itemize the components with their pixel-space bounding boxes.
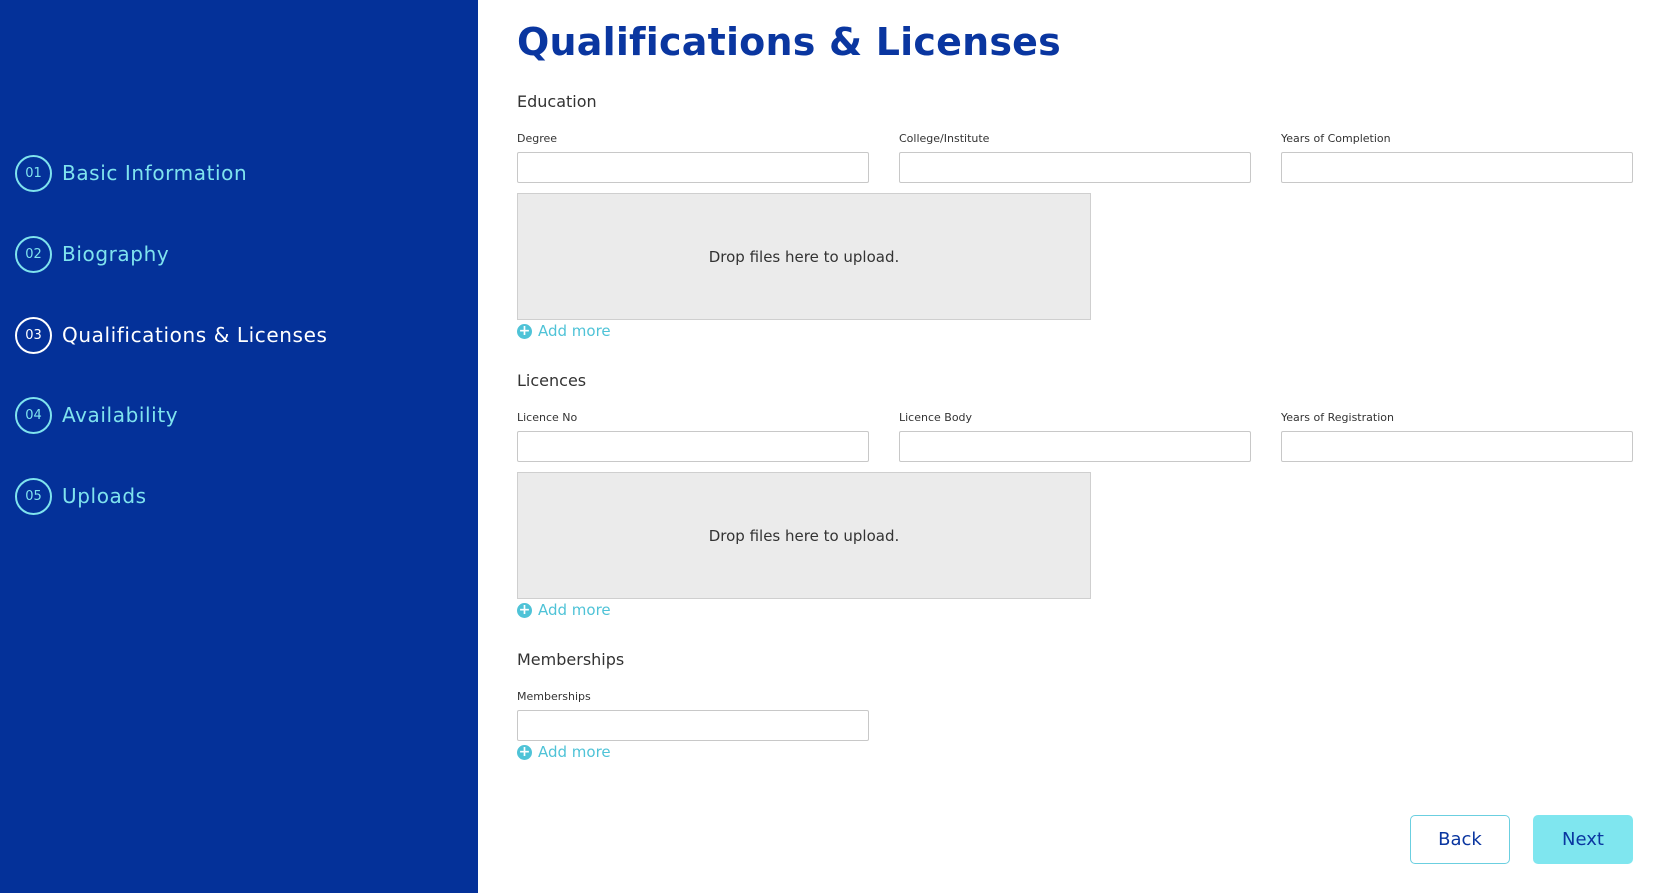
back-button[interactable]: Back [1410, 815, 1510, 864]
plus-circle-icon: + [517, 322, 532, 339]
add-more-label: Add more [538, 322, 611, 340]
step-number: 04 [15, 396, 52, 434]
years-of-completion-label: Years of Completion [1281, 132, 1391, 145]
step-label: Qualifications & Licenses [62, 323, 328, 347]
step-number: 03 [15, 316, 52, 354]
licences-section-title: Licences [517, 371, 587, 390]
step-number: 01 [15, 154, 52, 192]
licences-add-more-link[interactable]: + Add more [517, 601, 611, 619]
licence-body-input[interactable] [899, 431, 1251, 462]
step-label: Uploads [62, 484, 147, 508]
step-uploads[interactable]: 05 Uploads [15, 476, 147, 516]
page-title: Qualifications & Licenses [517, 20, 1061, 64]
step-qualifications-licenses[interactable]: 03 Qualifications & Licenses [15, 315, 328, 355]
dropzone-text: Drop files here to upload. [708, 247, 900, 266]
step-label: Availability [62, 403, 179, 427]
next-button[interactable]: Next [1533, 815, 1633, 864]
memberships-section-title: Memberships [517, 650, 625, 669]
education-add-more-link[interactable]: + Add more [517, 322, 611, 340]
add-more-label: Add more [538, 601, 611, 619]
sidebar: 01 Basic Information 02 Biography 03 Qua… [0, 0, 478, 893]
licence-no-label: Licence No [517, 411, 578, 424]
licences-file-dropzone[interactable]: Drop files here to upload. [517, 472, 1091, 599]
step-label: Biography [62, 242, 170, 266]
degree-label: Degree [517, 132, 558, 145]
years-of-registration-label: Years of Registration [1281, 411, 1394, 424]
step-number: 02 [15, 235, 52, 273]
memberships-add-more-link[interactable]: + Add more [517, 743, 611, 761]
main-content: Qualifications & Licenses Education Degr… [478, 0, 1667, 893]
plus-circle-icon: + [517, 601, 532, 618]
step-biography[interactable]: 02 Biography [15, 234, 169, 274]
step-availability[interactable]: 04 Availability [15, 395, 178, 435]
step-number: 05 [15, 477, 52, 515]
education-file-dropzone[interactable]: Drop files here to upload. [517, 193, 1091, 320]
memberships-input[interactable] [517, 710, 869, 741]
memberships-label: Memberships [517, 690, 591, 703]
licence-body-label: Licence Body [899, 411, 973, 424]
education-section-title: Education [517, 92, 597, 111]
add-more-label: Add more [538, 743, 611, 761]
plus-circle-icon: + [517, 743, 532, 760]
licence-no-input[interactable] [517, 431, 869, 462]
years-of-registration-input[interactable] [1281, 431, 1633, 462]
degree-input[interactable] [517, 152, 869, 183]
years-of-completion-input[interactable] [1281, 152, 1633, 183]
college-label: College/Institute [899, 132, 990, 145]
dropzone-text: Drop files here to upload. [708, 526, 900, 545]
step-label: Basic Information [62, 161, 248, 185]
step-basic-information[interactable]: 01 Basic Information [15, 153, 247, 193]
college-input[interactable] [899, 152, 1251, 183]
